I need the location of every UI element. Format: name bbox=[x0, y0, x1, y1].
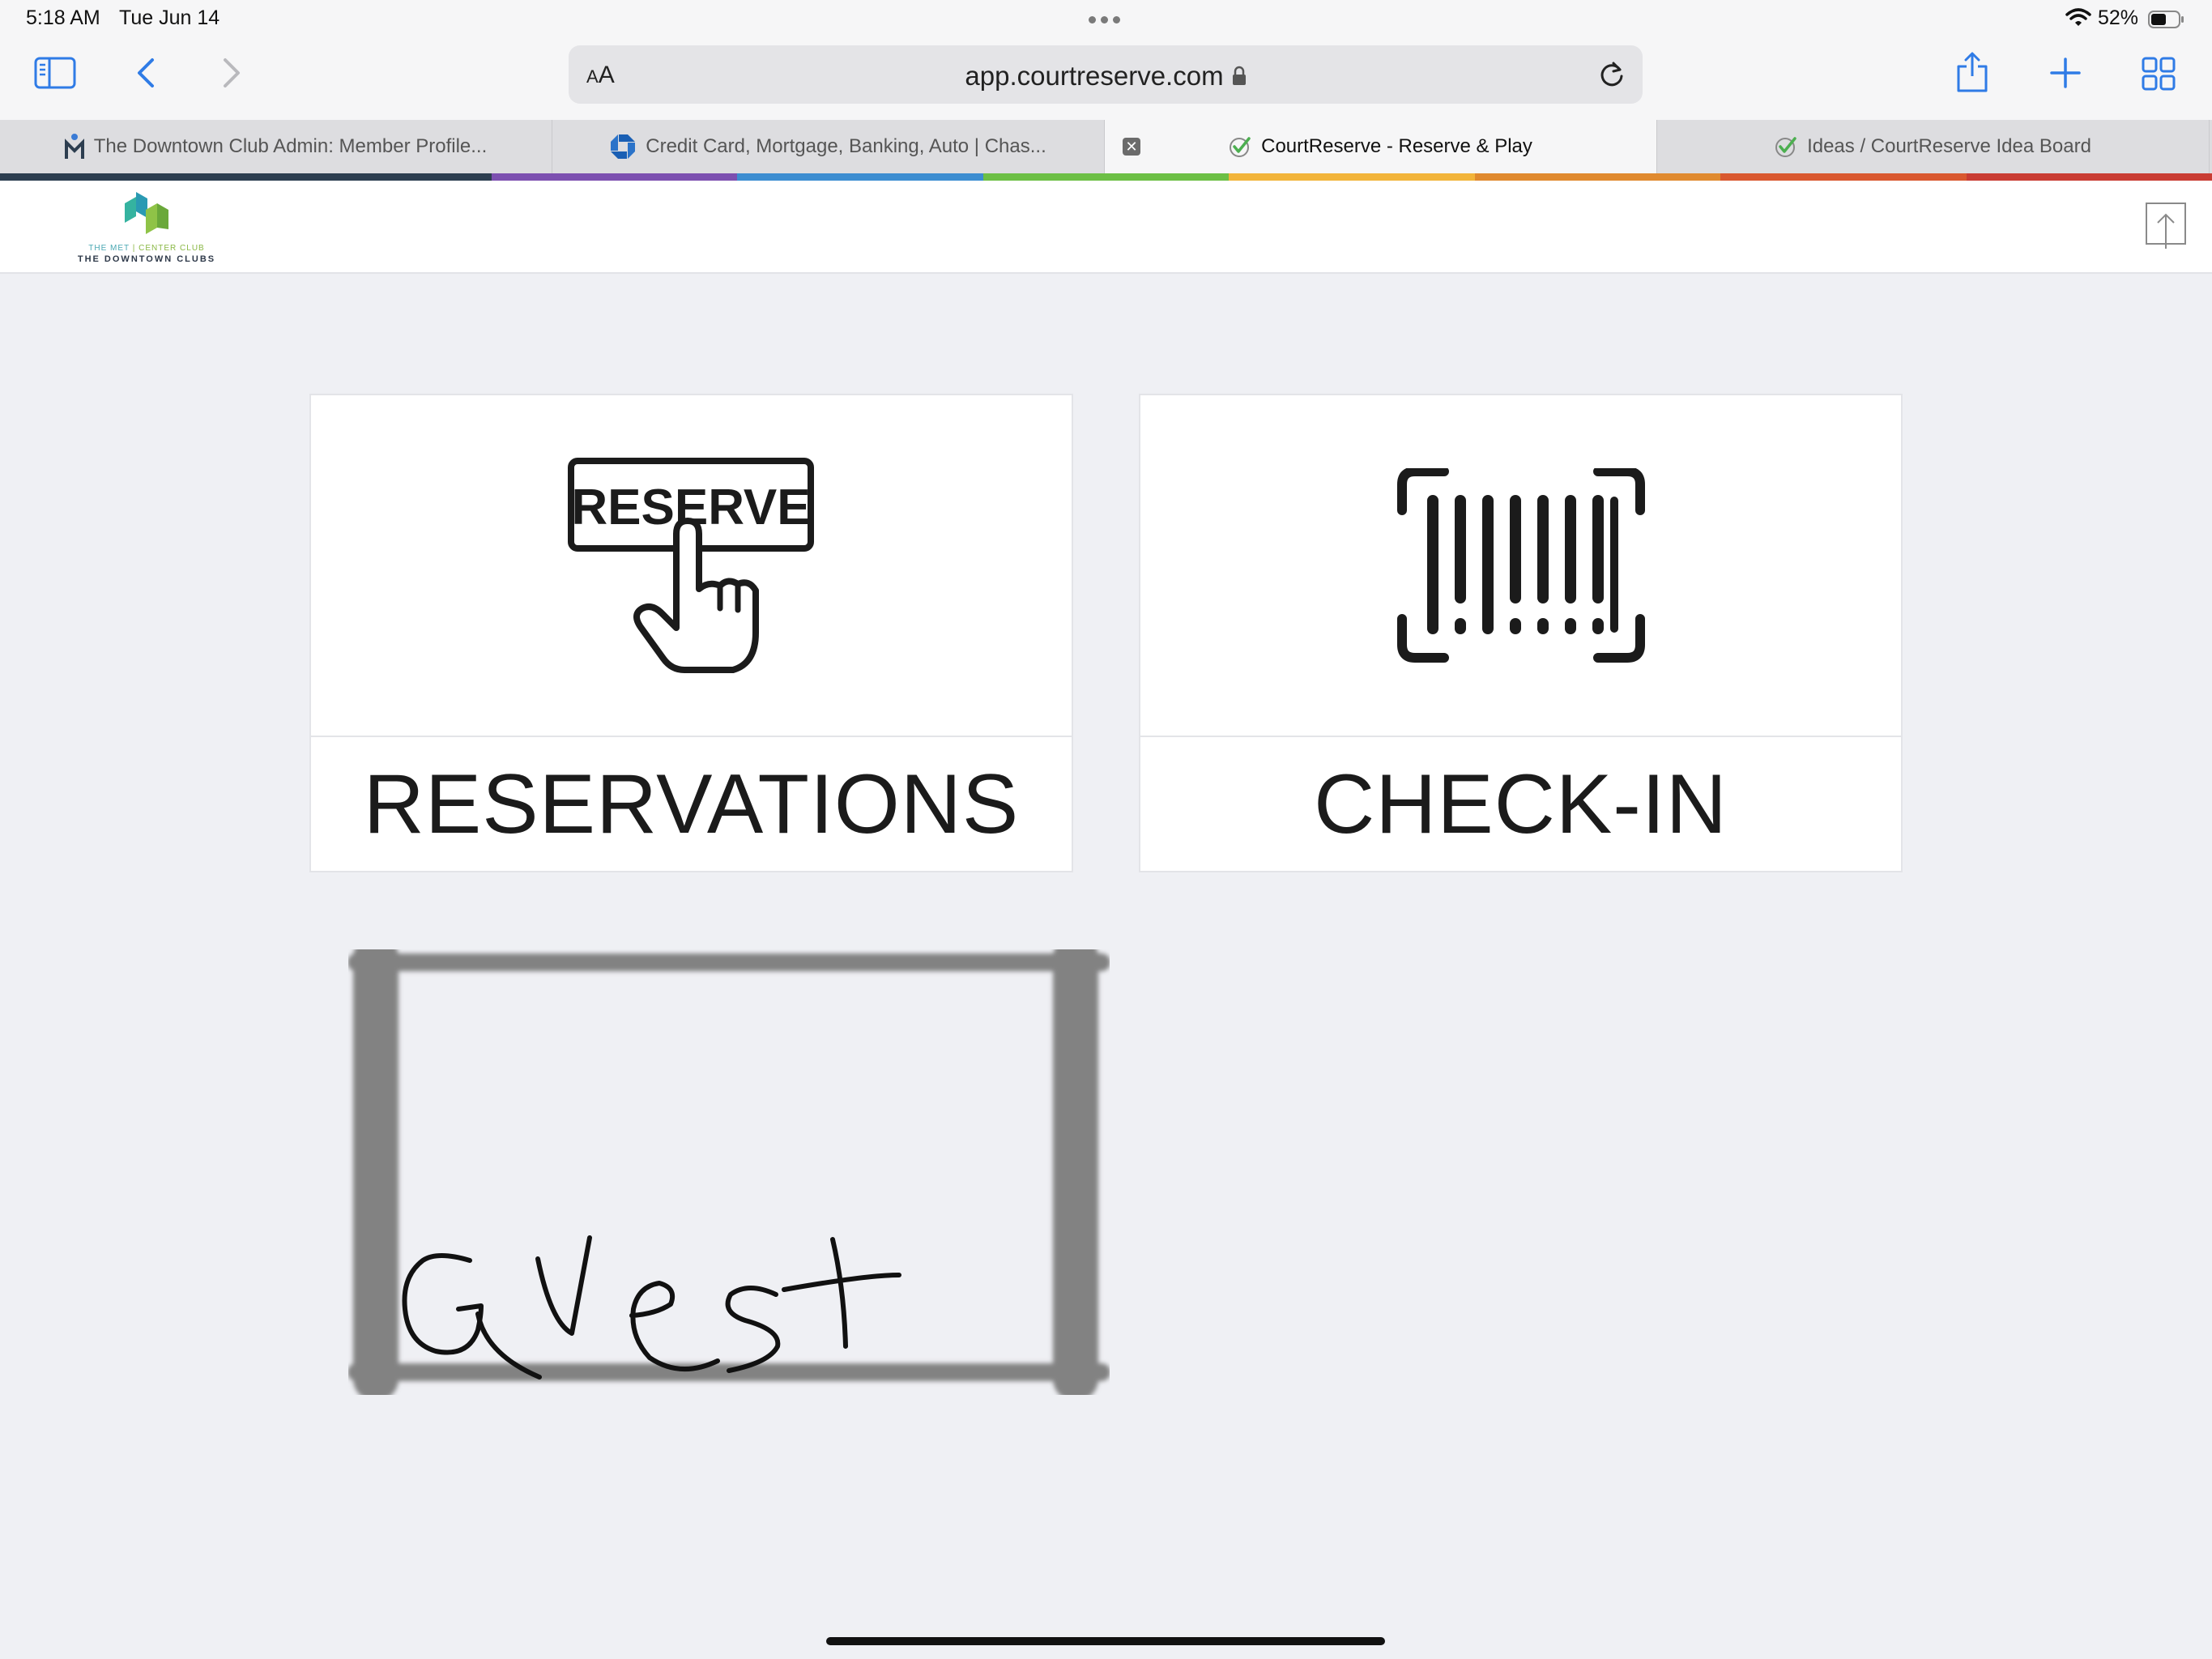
logo-mark-icon bbox=[125, 192, 168, 234]
tab-color-segment bbox=[0, 173, 246, 181]
tab-title: CourtReserve - Reserve & Play bbox=[1261, 135, 1532, 157]
wifi-icon bbox=[2065, 8, 2091, 32]
check-in-tile[interactable]: CHECK-IN bbox=[1139, 394, 1903, 872]
barcode-scan-icon bbox=[1396, 468, 1645, 663]
tab-title: The Downtown Club Admin: Member Profile.… bbox=[93, 135, 488, 157]
status-time: 5:18 AM bbox=[26, 6, 100, 29]
guest-handwriting bbox=[402, 1235, 901, 1380]
forward-chevron-icon[interactable] bbox=[220, 57, 243, 89]
battery-icon bbox=[2148, 10, 2185, 33]
export-icon[interactable] bbox=[2145, 202, 2187, 254]
tab-title: Ideas / CourtReserve Idea Board bbox=[1807, 135, 2091, 157]
browser-toolbar: AA app.courtreserve.com bbox=[0, 39, 2212, 120]
logo-title: THE DOWNTOWN CLUBS bbox=[77, 254, 216, 264]
tab-color-segment bbox=[737, 173, 983, 181]
back-chevron-icon[interactable] bbox=[134, 57, 157, 89]
m-person-icon bbox=[64, 133, 84, 160]
logo-center-club-text: CENTER CLUB bbox=[139, 244, 205, 253]
app-header: THE MET | CENTER CLUB THE DOWNTOWN CLUBS bbox=[0, 181, 2212, 274]
url-text: app.courtreserve.com bbox=[965, 61, 1224, 91]
address-bar[interactable]: AA app.courtreserve.com bbox=[569, 45, 1643, 104]
reservations-tile[interactable]: RESERVE RESERVATIONS bbox=[309, 394, 1073, 872]
chase-octagon-icon bbox=[610, 134, 636, 160]
status-bar: 5:18 AM Tue Jun 14 52% bbox=[0, 0, 2212, 39]
tab-chase[interactable]: Credit Card, Mortgage, Banking, Auto | C… bbox=[552, 120, 1105, 173]
tab-color-segment bbox=[491, 173, 738, 181]
tab-color-segment bbox=[1720, 173, 1967, 181]
url-display[interactable]: app.courtreserve.com bbox=[569, 61, 1643, 93]
home-indicator[interactable] bbox=[826, 1637, 1385, 1645]
battery-percent: 52% bbox=[2098, 6, 2139, 29]
reservations-icon-area: RESERVE bbox=[311, 395, 1072, 737]
tab-bar: The Downtown Club Admin: Member Profile.… bbox=[0, 120, 2212, 173]
sidebar-toggle-icon[interactable] bbox=[34, 57, 76, 89]
courtreserve-check-icon bbox=[1775, 135, 1797, 158]
logo-separator: | bbox=[132, 244, 136, 253]
lock-icon bbox=[1232, 62, 1247, 93]
tab-color-segment bbox=[1966, 173, 2212, 181]
logo-met-text: THE MET bbox=[88, 244, 130, 253]
reservations-label: RESERVATIONS bbox=[363, 757, 1020, 851]
tab-title: Credit Card, Mortgage, Banking, Auto | C… bbox=[646, 135, 1046, 157]
tab-color-segment bbox=[982, 173, 1230, 181]
new-tab-plus-icon[interactable] bbox=[2049, 57, 2082, 89]
check-in-label: CHECK-IN bbox=[1314, 757, 1728, 851]
share-icon[interactable] bbox=[1955, 52, 1989, 92]
tab-color-segment bbox=[1229, 173, 1475, 181]
tab-downtown-club-admin[interactable]: The Downtown Club Admin: Member Profile.… bbox=[0, 120, 552, 173]
reserve-button-hand-icon: RESERVE bbox=[567, 458, 814, 673]
close-tab-icon[interactable]: ✕ bbox=[1123, 138, 1140, 156]
tab-color-segment bbox=[245, 173, 492, 181]
status-date: Tue Jun 14 bbox=[119, 6, 220, 29]
tab-color-segment bbox=[1474, 173, 1721, 181]
tab-courtreserve-reserve-play[interactable]: ✕ CourtReserve - Reserve & Play bbox=[1105, 120, 1657, 173]
handwritten-guest-box bbox=[348, 949, 1110, 1395]
reload-icon[interactable] bbox=[1597, 60, 1626, 93]
tab-color-strip bbox=[0, 173, 2212, 181]
downtown-clubs-logo[interactable]: THE MET | CENTER CLUB THE DOWNTOWN CLUBS bbox=[70, 190, 224, 268]
tab-courtreserve-idea-board[interactable]: Ideas / CourtReserve Idea Board bbox=[1657, 120, 2210, 173]
tab-overview-icon[interactable] bbox=[2142, 57, 2176, 91]
check-in-icon-area bbox=[1140, 395, 1901, 737]
logo-subtitle: THE MET | CENTER CLUB bbox=[70, 244, 224, 253]
courtreserve-check-icon bbox=[1229, 135, 1251, 158]
multitasking-dots-icon[interactable] bbox=[1089, 16, 1120, 23]
